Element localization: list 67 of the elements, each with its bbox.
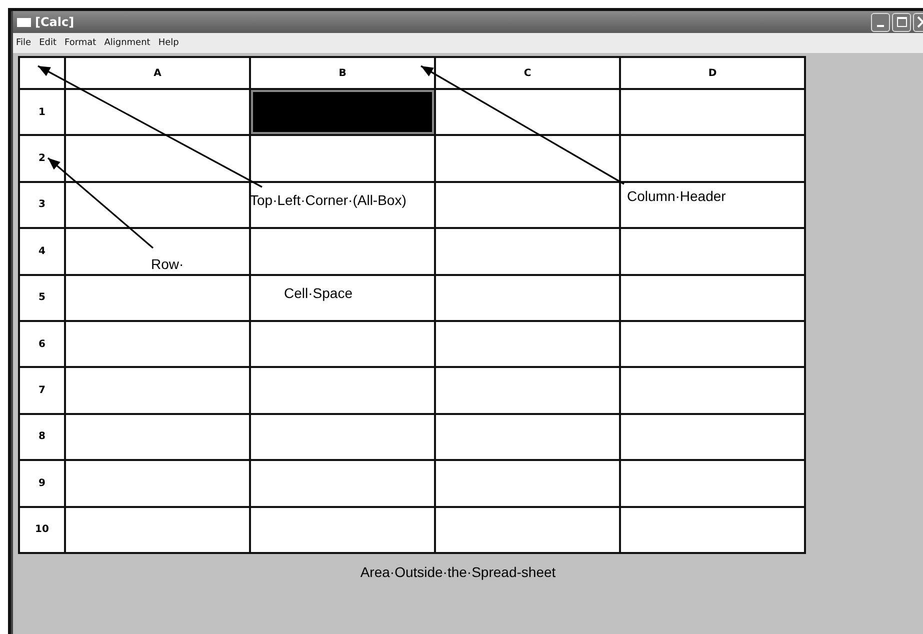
table-cell[interactable] [66, 182, 249, 228]
table-cell[interactable] [66, 414, 249, 460]
annotation-label: Column·Header [627, 188, 726, 204]
table-cell[interactable] [621, 136, 804, 181]
annotation-label: Row· [151, 256, 184, 272]
row-header[interactable]: 1 [20, 90, 64, 134]
row-header[interactable]: 8 [20, 414, 64, 460]
menu-item[interactable]: Alignment [104, 38, 150, 48]
table-cell[interactable] [66, 276, 249, 320]
table-cell[interactable] [436, 182, 619, 228]
outside-area-label: Area·Outside·the·Spread-sheet [359, 564, 557, 580]
row-header[interactable]: 4 [20, 229, 64, 274]
row-header[interactable]: 5 [20, 276, 64, 320]
table-cell[interactable] [251, 368, 434, 413]
window-title: [Calc] [35, 15, 74, 29]
table-cell[interactable] [66, 322, 249, 366]
table-cell[interactable] [251, 229, 434, 274]
table-cell[interactable] [621, 90, 804, 134]
table-cell[interactable] [66, 368, 249, 413]
table-cell[interactable] [436, 414, 619, 460]
row-header[interactable]: 2 [20, 136, 64, 181]
table-cell[interactable] [436, 276, 619, 320]
column-header[interactable]: C [436, 58, 619, 88]
table-cell[interactable] [621, 414, 804, 460]
row-header[interactable]: 3 [20, 182, 64, 228]
column-header[interactable]: B [251, 58, 434, 88]
table-cell[interactable] [621, 461, 804, 506]
menu-item[interactable]: Edit [39, 38, 56, 48]
select-all-box[interactable] [20, 58, 64, 88]
table-cell[interactable] [621, 508, 804, 552]
row-header[interactable]: 9 [20, 461, 64, 506]
menu-item[interactable]: Format [64, 38, 96, 48]
table-cell[interactable] [621, 322, 804, 366]
column-header[interactable]: A [66, 58, 249, 88]
column-header[interactable]: D [621, 58, 804, 88]
table-cell[interactable] [621, 229, 804, 274]
table-cell[interactable] [436, 461, 619, 506]
table-cell[interactable] [251, 276, 434, 320]
table-cell[interactable] [66, 136, 249, 181]
table-cell[interactable] [436, 508, 619, 552]
table-cell[interactable] [621, 182, 804, 228]
minimize-button[interactable] [871, 12, 890, 32]
table-cell[interactable] [621, 276, 804, 320]
row-header[interactable]: 6 [20, 322, 64, 366]
maximize-button[interactable] [892, 12, 911, 32]
table-cell[interactable] [436, 136, 619, 181]
annotation-label: Cell·Space [284, 285, 352, 301]
table-cell[interactable] [251, 322, 434, 366]
table-cell[interactable] [66, 508, 249, 552]
table-cell[interactable] [436, 322, 619, 366]
table-cell[interactable] [66, 90, 249, 134]
table-cell[interactable] [251, 508, 434, 552]
table-cell[interactable] [436, 368, 619, 413]
table-cell[interactable] [621, 368, 804, 413]
table-cell[interactable] [436, 90, 619, 134]
row-header[interactable]: 7 [20, 368, 64, 413]
selected-cell[interactable] [251, 90, 434, 134]
menu-item[interactable]: Help [158, 38, 179, 48]
row-header[interactable]: 10 [20, 508, 64, 552]
table-cell[interactable] [66, 229, 249, 274]
table-cell[interactable] [251, 136, 434, 181]
table-cell[interactable] [251, 414, 434, 460]
table-cell[interactable] [436, 229, 619, 274]
table-cell[interactable] [66, 461, 249, 506]
table-cell[interactable] [251, 461, 434, 506]
menu-item[interactable]: File [16, 38, 32, 48]
window-icon [17, 18, 31, 26]
